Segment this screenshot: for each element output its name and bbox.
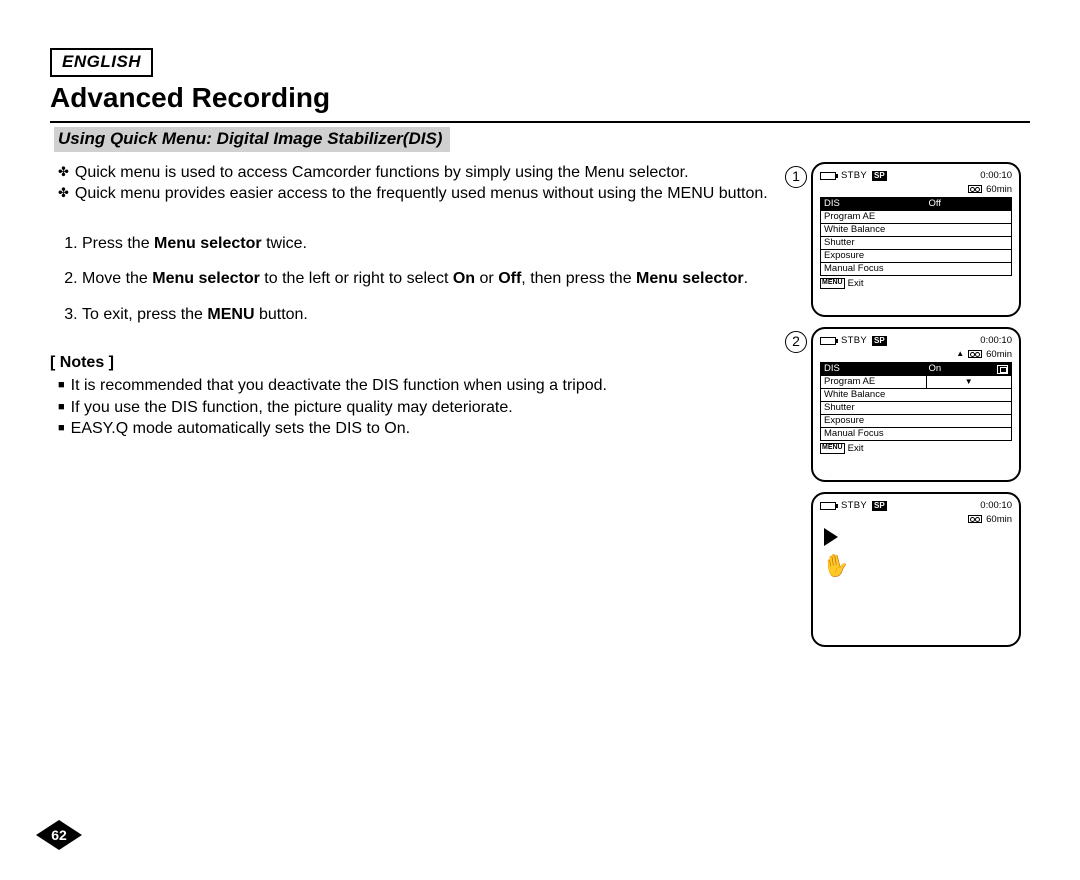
quick-menu-list: DIS Off Program AE White Balance Shutter… [820,197,1012,275]
menu-value: Off [929,198,942,210]
intro-item: Quick menu is used to access Camcorder f… [78,162,775,184]
menu-label: Manual Focus [821,263,1011,275]
tape-icon [968,515,982,523]
camcorder-screen-3: STBY SP 0:00:10 60min ✋ [811,492,1021,647]
menu-button-icon: MENU [820,278,845,289]
t: Menu selector [636,270,744,287]
menu-label: Manual Focus [821,428,1011,440]
screen-number-1: 1 [785,166,807,188]
t: Move the [82,270,152,287]
notes-list: It is recommended that you deactivate th… [50,375,775,440]
timecode: 0:00:10 [980,170,1012,182]
menu-row-shutter[interactable]: Shutter [821,402,1011,415]
notes-item: If you use the DIS function, the picture… [78,397,775,419]
tape-icon [968,185,982,193]
up-arrow-icon: ▲ [956,349,964,359]
t: twice. [262,235,307,252]
t: button. [255,306,308,323]
menu-label: Shutter [821,402,1011,414]
menu-row-exposure[interactable]: Exposure [821,415,1011,428]
intro-item: Quick menu provides easier access to the… [78,183,775,205]
step-item: Press the Menu selector twice. [82,233,775,255]
menu-row-shutter[interactable]: Shutter [821,237,1011,250]
menu-label: White Balance [821,224,1011,236]
rec-mode-sp-icon: SP [872,336,887,346]
t: Press the [82,235,154,252]
menu-row-dis[interactable]: DIS Off [821,198,1011,211]
menu-row-mf[interactable]: Manual Focus [821,428,1011,440]
battery-icon [820,172,836,180]
steps-list: Press the Menu selector twice. Move the … [50,233,775,326]
battery-icon [820,337,836,345]
intro-list: Quick menu is used to access Camcorder f… [50,162,775,205]
body-text-column: Quick menu is used to access Camcorder f… [50,162,785,657]
title-divider [50,121,1030,123]
exit-label: Exit [848,278,864,290]
notes-item: It is recommended that you deactivate th… [78,375,775,397]
down-arrow-icon: ▼ [965,377,973,387]
page-number-badge: 62 [36,820,82,850]
screens-column: 1 STBY SP 0:00:10 60min DIS Off [785,162,1030,657]
menu-value: On [929,363,942,375]
status-stby: STBY [841,170,867,182]
menu-label: Exposure [821,250,1011,262]
tape-remaining: 60min [986,184,1012,196]
camcorder-screen-2: STBY SP 0:00:10 ▲ 60min DIS On [811,327,1021,482]
menu-button-icon: MENU [820,443,845,454]
t: Menu selector [154,235,262,252]
t: Menu selector [152,270,260,287]
rec-mode-sp-icon: SP [872,501,887,511]
status-stby: STBY [841,335,867,347]
screen-number-2: 2 [785,331,807,353]
t: To exit, press the [82,306,207,323]
menu-row-programae[interactable]: Program AE ▼ [821,376,1011,389]
menu-label: Program AE [821,376,926,388]
page-number: 62 [36,820,82,850]
menu-row-mf[interactable]: Manual Focus [821,263,1011,275]
timecode: 0:00:10 [980,500,1012,512]
t: Off [498,270,521,287]
dis-hand-icon: ✋ [820,550,852,582]
menu-label: DIS [821,198,926,210]
tape-remaining: 60min [986,514,1012,526]
tape-icon [968,350,982,358]
step-item: To exit, press the MENU button. [82,304,775,326]
page-title: Advanced Recording [50,79,1030,117]
subsection-heading: Using Quick Menu: Digital Image Stabiliz… [54,127,450,152]
menu-label: DIS [821,363,926,375]
menu-row-dis[interactable]: DIS On [821,363,1011,376]
t: MENU [207,306,254,323]
language-box: ENGLISH [50,48,153,77]
menu-label: White Balance [821,389,1011,401]
rec-mode-sp-icon: SP [872,171,887,181]
exit-label: Exit [848,443,864,455]
t: . [744,270,748,287]
play-indicator-icon [824,528,838,546]
quick-menu-list: DIS On Program AE ▼ White Balance Shutter… [820,362,1012,440]
t: or [475,270,498,287]
t: , then press the [521,270,636,287]
menu-row-programae[interactable]: Program AE [821,211,1011,224]
menu-label: Exposure [821,415,1011,427]
camcorder-screen-1: STBY SP 0:00:10 60min DIS Off Program AE… [811,162,1021,317]
notes-item: EASY.Q mode automatically sets the DIS t… [78,418,775,440]
dis-on-icon [997,365,1008,374]
status-stby: STBY [841,500,867,512]
timecode: 0:00:10 [980,335,1012,347]
tape-remaining: 60min [986,349,1012,361]
menu-row-exposure[interactable]: Exposure [821,250,1011,263]
notes-heading: [ Notes ] [50,352,775,374]
menu-label: Shutter [821,237,1011,249]
battery-icon [820,502,836,510]
menu-row-wb[interactable]: White Balance [821,224,1011,237]
t: to the left or right to select [260,270,453,287]
menu-row-wb[interactable]: White Balance [821,389,1011,402]
step-item: Move the Menu selector to the left or ri… [82,268,775,290]
menu-label: Program AE [821,211,1011,223]
t: On [453,270,475,287]
